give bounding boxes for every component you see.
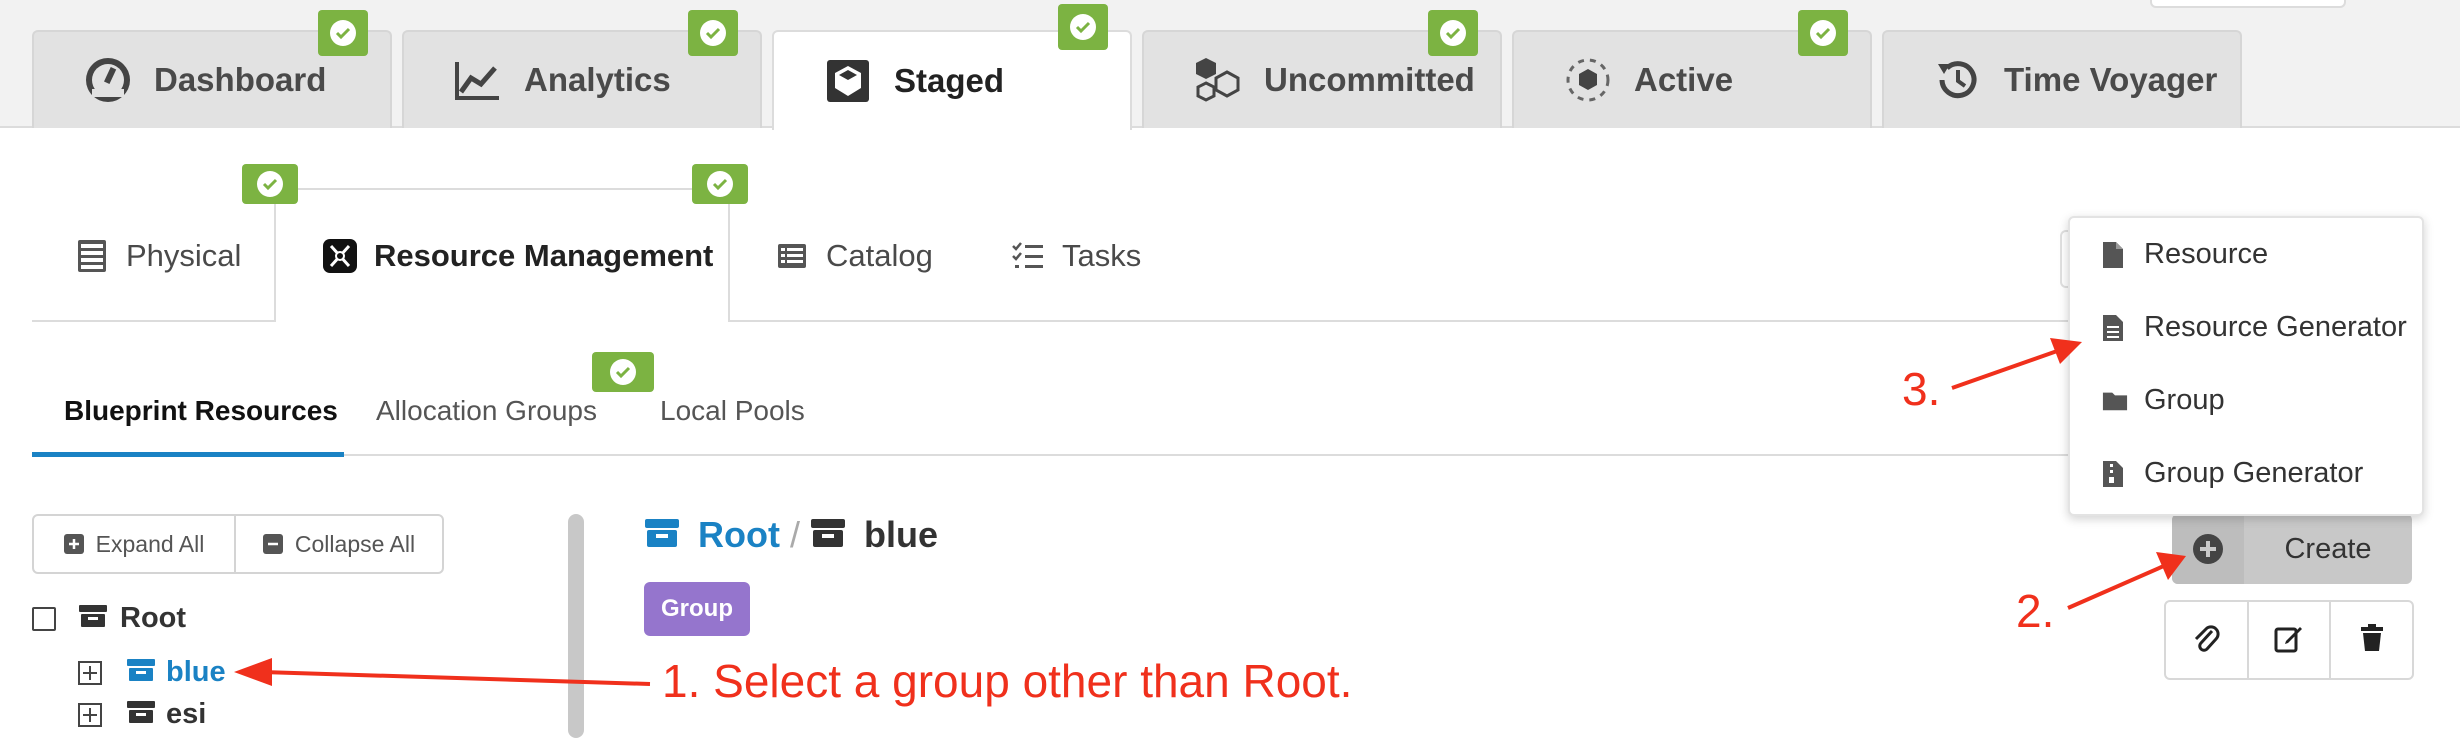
annotation-step2: 2. <box>2016 585 2055 637</box>
annotation-arrows <box>234 338 2186 686</box>
annotation-step1: 1. Select a group other than Root. <box>662 655 1353 707</box>
annotation-step3: 3. <box>1902 363 1941 415</box>
